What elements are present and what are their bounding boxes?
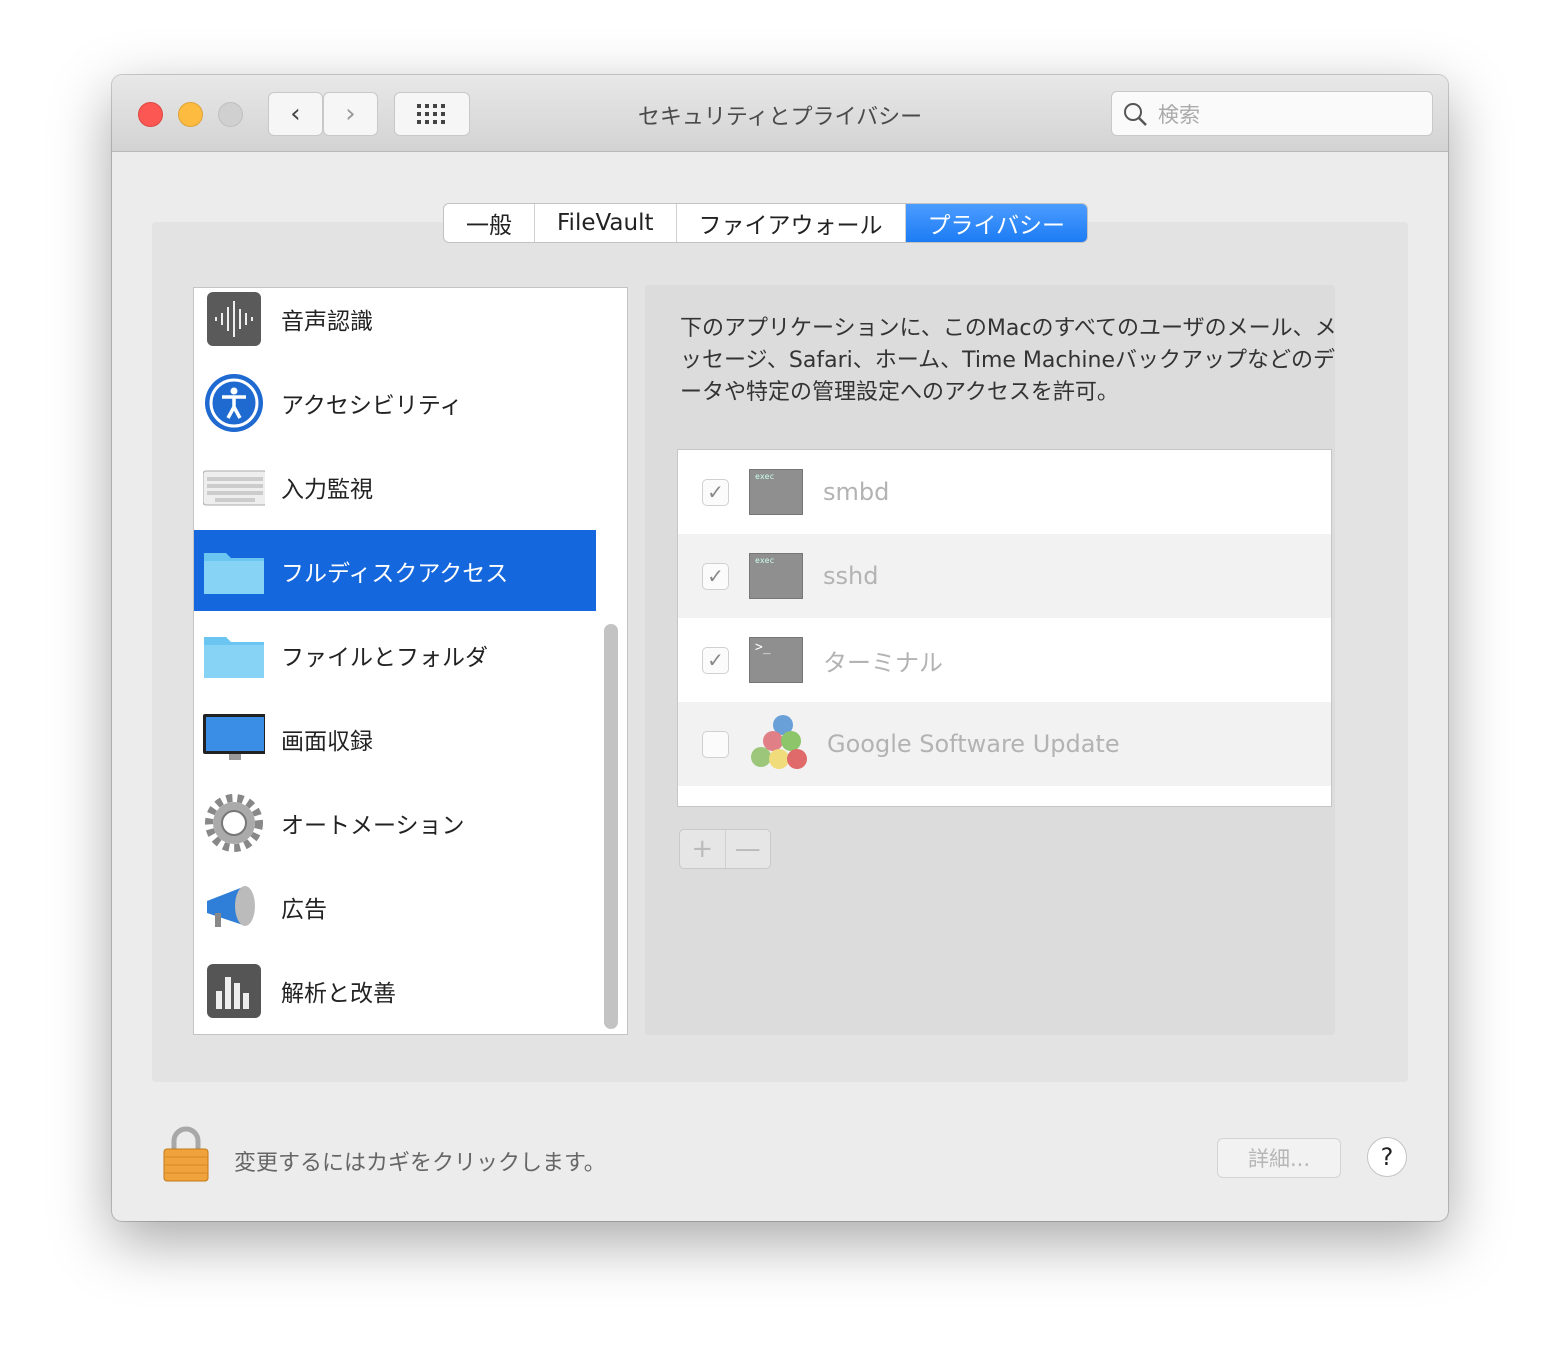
sidebar-item-label: アクセシビリティ: [281, 393, 463, 419]
app-row-google-software-update: Google Software Update: [678, 702, 1331, 786]
exec-icon: exec: [749, 553, 803, 599]
remove-button[interactable]: —: [726, 830, 771, 868]
sidebar-item-full-disk-access[interactable]: フルディスクアクセス: [194, 530, 596, 611]
add-remove-control: + —: [679, 829, 771, 869]
search-icon: [1124, 102, 1147, 126]
tab-general[interactable]: 一般: [444, 204, 535, 242]
app-name: ターミナル: [823, 648, 943, 677]
gear-icon: [203, 794, 265, 852]
analytics-chart-icon: [203, 962, 265, 1020]
tab-bar: 一般 FileVault ファイアウォール プライバシー: [443, 203, 1089, 243]
checkmark-icon: ✓: [707, 648, 724, 672]
sidebar-item-label: 入力監視: [281, 477, 373, 503]
search-input[interactable]: 検索: [1111, 91, 1433, 136]
terminal-icon: >_: [749, 637, 803, 683]
tab-firewall[interactable]: ファイアウォール: [677, 204, 906, 242]
sidebar-item-label: オートメーション: [281, 813, 465, 839]
app-name: smbd: [823, 478, 890, 506]
help-button[interactable]: ?: [1367, 1137, 1407, 1177]
titlebar: ‹ › セキュリティとプライバシー 検索: [112, 75, 1448, 152]
exec-icon: exec: [749, 469, 803, 515]
sidebar-item-screen-recording[interactable]: 画面収録: [194, 697, 596, 781]
tab-filevault[interactable]: FileVault: [535, 204, 677, 242]
sidebar-item-accessibility[interactable]: アクセシビリティ: [194, 361, 596, 445]
description-text: 下のアプリケーションに、このMacのすべてのユーザのメール、メッセージ、Safa…: [680, 316, 1337, 405]
app-row-terminal: ✓ >_ ターミナル: [678, 618, 1331, 702]
folder-icon: [203, 626, 265, 684]
google-software-update-icon: [751, 715, 807, 769]
sidebar-item-label: 画面収録: [281, 729, 373, 755]
accessibility-icon: [203, 374, 265, 432]
speech-recognition-icon: [203, 290, 265, 348]
lock-icon[interactable]: [162, 1125, 210, 1183]
keyboard-icon: [203, 458, 265, 516]
app-list: ✓ exec smbd ✓ exec sshd ✓ >_ ターミナル Googl…: [677, 449, 1332, 807]
app-checkbox[interactable]: ✓: [702, 478, 729, 506]
details-button[interactable]: 詳細...: [1217, 1138, 1341, 1178]
app-checkbox[interactable]: [702, 730, 729, 758]
app-name: sshd: [823, 562, 879, 590]
sidebar-item-input-monitoring[interactable]: 入力監視: [194, 445, 596, 529]
app-checkbox[interactable]: ✓: [702, 562, 729, 590]
search-placeholder: 検索: [1158, 102, 1200, 127]
app-row-sshd: ✓ exec sshd: [678, 534, 1331, 618]
checkmark-icon: ✓: [707, 480, 724, 504]
sidebar-item-label: 解析と改善: [281, 981, 396, 1007]
app-row-smbd: ✓ exec smbd: [678, 450, 1331, 534]
sidebar-item-analytics[interactable]: 解析と改善: [194, 949, 596, 1033]
sidebar-item-label: 広告: [281, 897, 327, 923]
window: ‹ › セキュリティとプライバシー 検索 一般 FileVault ファイアウォ…: [112, 75, 1448, 1221]
folder-icon: [203, 542, 265, 600]
privacy-category-list: 音声認識 アクセシビリティ 入力監視 フルディスクアクセス ファイルとフォルダ …: [193, 287, 628, 1035]
checkmark-icon: ✓: [707, 564, 724, 588]
lock-message: 変更するにはカギをクリックします。: [234, 1151, 606, 1176]
sidebar-item-label: フルディスクアクセス: [281, 560, 509, 587]
add-button[interactable]: +: [680, 830, 726, 868]
detail-pane: 下のアプリケーションに、このMacのすべてのユーザのメール、メッセージ、Safa…: [645, 285, 1337, 1035]
tab-privacy[interactable]: プライバシー: [905, 204, 1088, 242]
sidebar-item-automation[interactable]: オートメーション: [194, 781, 596, 865]
sidebar-item-speech-recognition[interactable]: 音声認識: [194, 288, 596, 361]
megaphone-icon: [203, 878, 265, 936]
sidebar-item-label: 音声認識: [281, 309, 373, 335]
app-checkbox[interactable]: ✓: [702, 646, 729, 674]
scrollbar-thumb[interactable]: [604, 624, 618, 1029]
sidebar-item-label: ファイルとフォルダ: [281, 645, 488, 671]
display-icon: [203, 710, 265, 768]
app-name: Google Software Update: [827, 730, 1120, 758]
sidebar-item-advertising[interactable]: 広告: [194, 865, 596, 949]
sidebar-item-files-and-folders[interactable]: ファイルとフォルダ: [194, 613, 596, 697]
